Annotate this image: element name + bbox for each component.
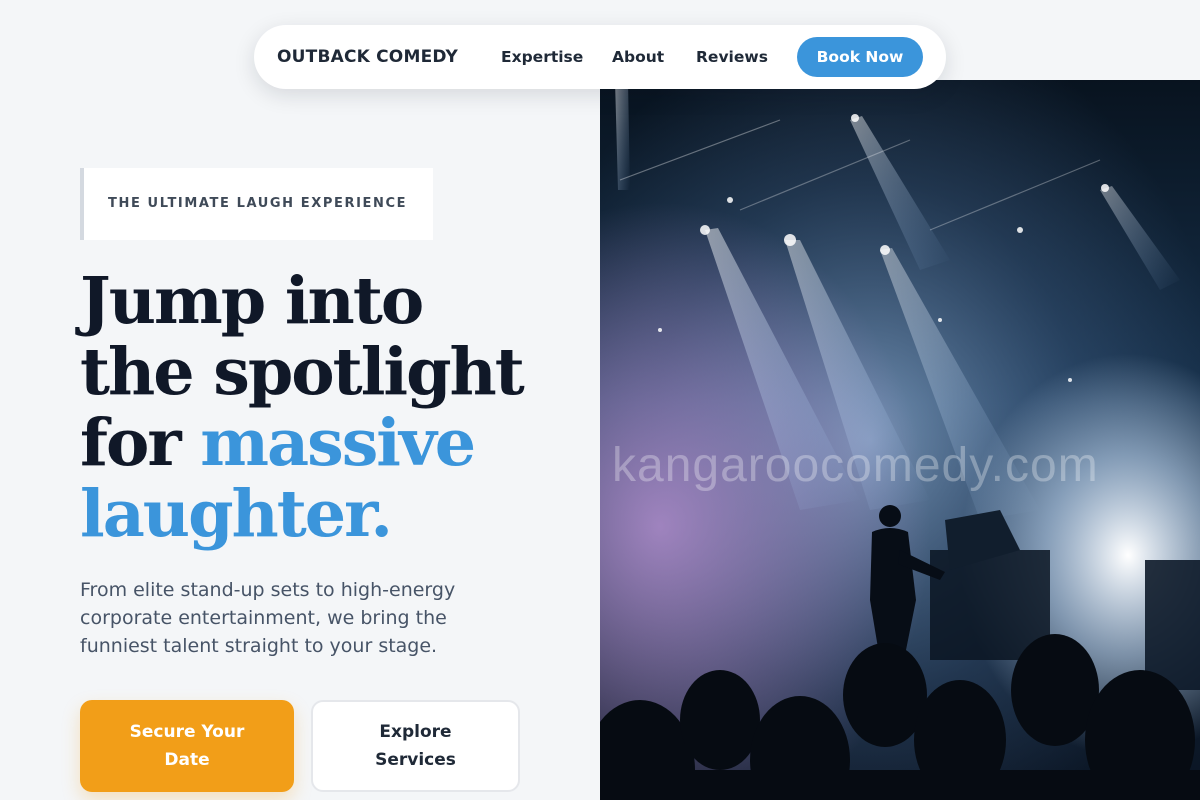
hero-headline: Jump into the spotlight for massive laug… <box>80 266 600 550</box>
explore-button-label-line-2: Services <box>375 750 456 770</box>
explore-button-label-line-1: Explore <box>379 722 452 742</box>
image-watermark: kangaroocomedy.com <box>612 439 1099 492</box>
top-navigation-bar: OUTBACK COMEDY Expertise About Reviews B… <box>254 25 946 89</box>
hero-description: From elite stand-up sets to high-energy … <box>80 579 456 657</box>
nav-link-reviews[interactable]: Reviews <box>696 25 768 89</box>
secure-your-date-button[interactable]: Secure Your Date <box>80 700 294 792</box>
headline-line-1: Jump into <box>80 263 424 339</box>
nav-link-expertise[interactable]: Expertise <box>501 25 583 89</box>
headline-accent-word-2: laughter. <box>80 476 393 552</box>
book-now-button[interactable]: Book Now <box>797 37 923 77</box>
headline-accent-word-1: massive <box>200 405 476 481</box>
nav-link-about[interactable]: About <box>612 25 664 89</box>
hero-concert-photo: kangaroocomedy.com <box>600 80 1200 800</box>
headline-line-2: the spotlight <box>80 334 525 410</box>
secure-button-label-line-1: Secure Your <box>129 722 245 742</box>
secure-button-label-line-2: Date <box>164 750 210 770</box>
hero-eyebrow-tag: THE ULTIMATE LAUGH EXPERIENCE <box>80 168 433 240</box>
brand-logo-text[interactable]: OUTBACK COMEDY <box>277 25 458 89</box>
headline-line-3-prefix: for <box>80 405 201 481</box>
explore-services-button[interactable]: Explore Services <box>311 700 520 792</box>
